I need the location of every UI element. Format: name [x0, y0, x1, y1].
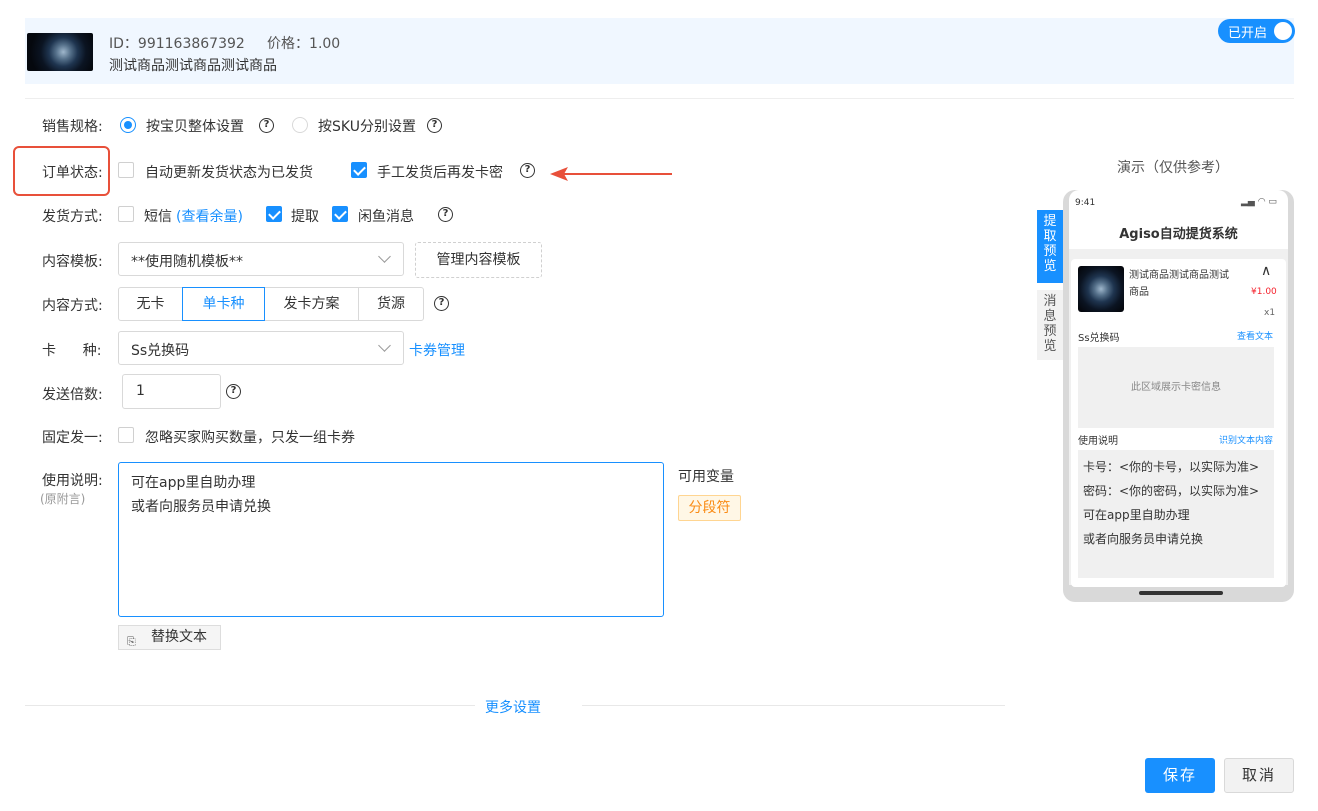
enable-toggle-label: 已开启	[1228, 26, 1268, 41]
help-icon[interactable]: ?	[226, 384, 241, 399]
product-id-price: ID：991163867392 价格：1.00	[109, 36, 341, 52]
fixed-one-text[interactable]: 忽略买家购买数量，只发一组卡券	[145, 427, 355, 447]
recognize-text-link[interactable]: 识别文本内容	[1219, 433, 1273, 446]
send-multiple-value: 1	[136, 383, 145, 399]
chevron-down-icon	[378, 339, 391, 352]
status-icons: ▂▄ ◠ ▭	[1241, 197, 1277, 207]
ship-method-label: 发货方式:	[42, 209, 103, 225]
xianyu-label[interactable]: 闲鱼消息	[358, 206, 414, 226]
home-indicator	[1139, 591, 1223, 595]
more-settings-link[interactable]: 更多设置	[485, 697, 541, 717]
instructions-sublabel: (原附言)	[40, 492, 86, 506]
divider-right	[582, 705, 1005, 706]
help-icon[interactable]: ?	[520, 163, 535, 178]
fixed-one-label: 固定发一:	[42, 430, 103, 446]
app-title: Agiso自动提货系统	[1119, 227, 1238, 242]
mode-single-card[interactable]: 单卡种	[182, 287, 265, 321]
usage-line: 或者向服务员申请兑换	[1083, 532, 1204, 546]
annotation-arrow-icon	[550, 167, 672, 181]
help-icon[interactable]: ?	[427, 118, 442, 133]
card-type-label: 卡 种:	[42, 343, 102, 359]
card-info-placeholder: 此区域展示卡密信息	[1078, 347, 1274, 428]
instructions-textarea[interactable]: 可在app里自助办理 或者向服务员申请兑换	[118, 462, 664, 617]
radio-sku-label[interactable]: 按SKU分别设置	[318, 116, 416, 136]
phone-preview: 9:41 ▂▄ ◠ ▭ Agiso自动提货系统 测试商品测试商品测试商品 ∧ ¥…	[1063, 190, 1294, 602]
fixed-one-checkbox[interactable]	[118, 427, 134, 443]
pickup-checkbox[interactable]	[266, 206, 282, 222]
phone-screen: 9:41 ▂▄ ◠ ▭ Agiso自动提货系统 测试商品测试商品测试商品 ∧ ¥…	[1069, 190, 1288, 587]
view-text-link[interactable]: 查看文本	[1237, 329, 1273, 342]
sms-checkbox[interactable]	[118, 206, 134, 222]
template-select-value: **使用随机模板**	[131, 254, 243, 270]
phone-card-label: Ss兑换码	[1078, 333, 1120, 344]
separator-tag[interactable]: 分段符	[678, 495, 741, 521]
enable-toggle[interactable]: 已开启	[1218, 19, 1295, 43]
template-label: 内容模板:	[42, 254, 103, 270]
save-button[interactable]: 保存	[1145, 758, 1215, 793]
sales-spec-label: 销售规格:	[42, 119, 103, 135]
phone-qty: x1	[1264, 308, 1276, 318]
sms-label[interactable]: 短信	[144, 206, 172, 226]
manage-template-button[interactable]: 管理内容模板	[415, 242, 542, 278]
phone-price: ¥1.00	[1251, 287, 1277, 297]
help-icon[interactable]: ?	[259, 118, 274, 133]
mode-supply[interactable]: 货源	[358, 287, 424, 321]
mode-no-card[interactable]: 无卡	[118, 287, 183, 321]
radio-whole[interactable]	[120, 117, 136, 133]
radio-whole-label[interactable]: 按宝贝整体设置	[146, 116, 244, 136]
status-time: 9:41	[1075, 198, 1096, 208]
pickup-label[interactable]: 提取	[291, 206, 319, 226]
usage-line: 卡号：<你的卡号，以实际为准>密码：<你的密码，以实际为准>	[1083, 460, 1260, 498]
collapse-icon[interactable]: ∧	[1261, 263, 1271, 279]
header-divider	[25, 98, 1294, 99]
template-select[interactable]: **使用随机模板**	[118, 242, 404, 276]
replace-icon: ⎘	[127, 635, 136, 648]
xianyu-checkbox[interactable]	[332, 206, 348, 222]
toggle-knob	[1274, 22, 1292, 40]
variables-label: 可用变量	[678, 469, 734, 485]
product-header: ID：991163867392 价格：1.00 测试商品测试商品测试商品 已开启	[25, 18, 1295, 84]
order-card: 测试商品测试商品测试商品 ∧ ¥1.00 x1 Ss兑换码 查看文本 此区域展示…	[1071, 259, 1286, 587]
phone-product-thumb	[1078, 266, 1124, 312]
preview-title: 演示（仅供参考）	[1117, 160, 1229, 176]
view-balance-link[interactable]: (查看余量)	[176, 206, 243, 226]
manual-resend-checkbox[interactable]	[351, 162, 367, 178]
radio-sku[interactable]	[292, 117, 308, 133]
tab-message-preview[interactable]: 消息预览	[1037, 290, 1063, 360]
tab-pickup-preview-label: 提取预览	[1043, 214, 1057, 274]
divider-left	[25, 705, 475, 706]
help-icon[interactable]: ?	[438, 207, 453, 222]
instructions-label: 使用说明:	[42, 473, 103, 489]
auto-update-checkbox[interactable]	[118, 162, 134, 178]
send-multiple-input[interactable]: 1	[122, 374, 221, 409]
card-type-value: Ss兑换码	[131, 343, 190, 359]
phone-usage-box: 卡号：<你的卡号，以实际为准>密码：<你的密码，以实际为准> 可在app里自助办…	[1078, 450, 1274, 578]
card-type-select[interactable]: Ss兑换码	[118, 331, 404, 365]
chevron-down-icon	[378, 250, 391, 263]
tab-message-preview-label: 消息预览	[1043, 294, 1057, 354]
phone-body: 测试商品测试商品测试商品 ∧ ¥1.00 x1 Ss兑换码 查看文本 此区域展示…	[1069, 249, 1288, 587]
mode-card-plan[interactable]: 发卡方案	[264, 287, 359, 321]
card-manage-link[interactable]: 卡券管理	[409, 340, 465, 360]
manual-resend-label[interactable]: 手工发货后再发卡密	[377, 162, 503, 182]
auto-update-label[interactable]: 自动更新发货状态为已发货	[145, 162, 313, 182]
help-icon[interactable]: ?	[434, 296, 449, 311]
usage-line: 可在app里自助办理	[1083, 508, 1190, 522]
replace-text-label: 替换文本	[151, 629, 207, 645]
product-name: 测试商品测试商品测试商品	[109, 58, 277, 74]
replace-text-button[interactable]: ⎘ 替换文本	[118, 625, 221, 650]
tab-pickup-preview[interactable]: 提取预览	[1037, 210, 1063, 283]
order-status-label: 订单状态:	[42, 165, 103, 181]
send-multiple-label: 发送倍数:	[42, 387, 103, 403]
cancel-button[interactable]: 取消	[1224, 758, 1294, 793]
content-mode-label: 内容方式:	[42, 298, 103, 314]
product-thumbnail	[27, 33, 93, 71]
phone-usage-label: 使用说明	[1078, 436, 1118, 447]
phone-product-name: 测试商品测试商品测试商品	[1129, 270, 1229, 298]
